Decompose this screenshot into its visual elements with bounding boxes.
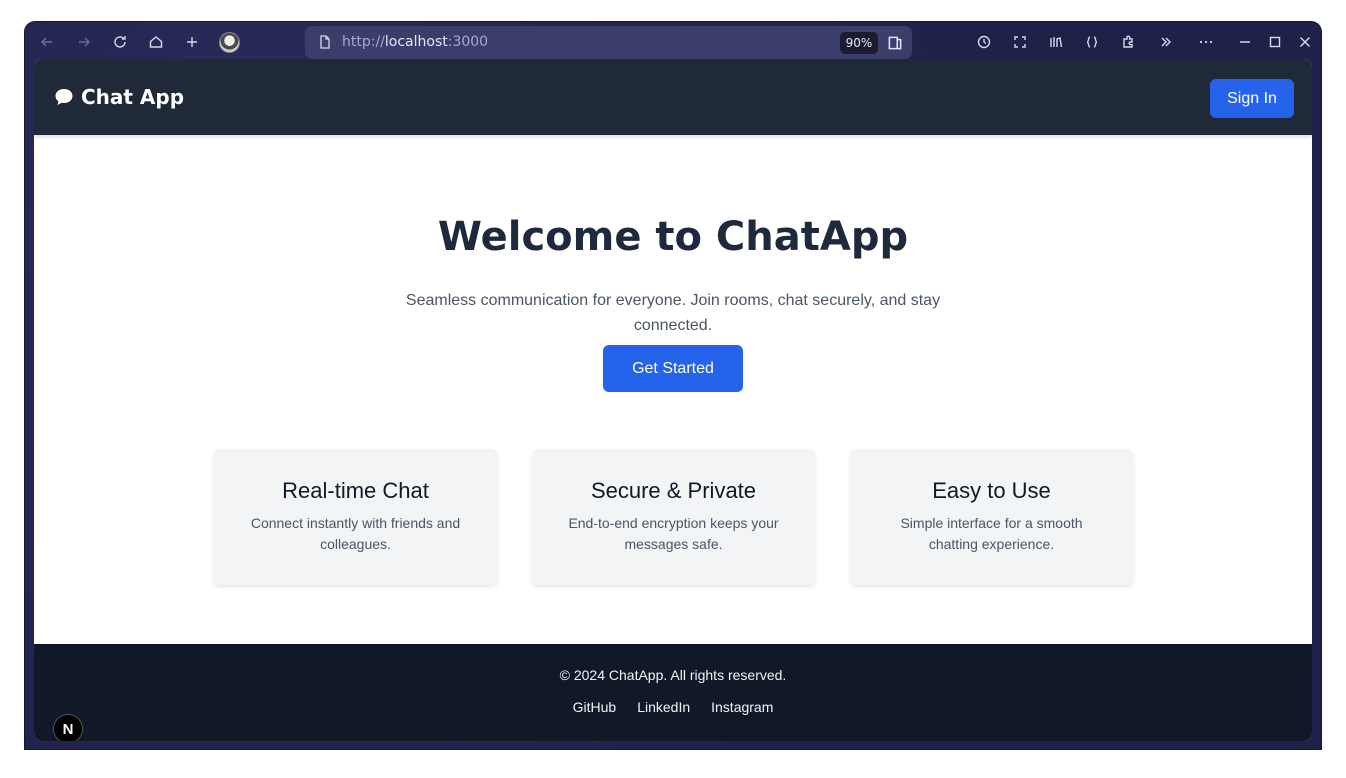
url-text[interactable]: http://localhost:3000 (342, 26, 488, 59)
back-icon[interactable] (36, 31, 58, 53)
screenshot-icon[interactable] (1009, 31, 1031, 53)
browser-toolbar: http://localhost:3000 90% (25, 22, 1321, 62)
maximize-icon[interactable] (1264, 31, 1286, 53)
get-started-button[interactable]: Get Started (603, 345, 743, 392)
zoom-level-badge[interactable]: 90% (840, 32, 878, 54)
page-icon (317, 34, 333, 50)
brand-logo[interactable]: Chat App (54, 84, 184, 110)
extensions-icon[interactable] (1117, 31, 1139, 53)
forward-icon[interactable] (73, 31, 95, 53)
footer-links: GitHub LinkedIn Instagram (34, 699, 1312, 715)
feature-title: Secure & Private (590, 478, 757, 503)
url-scheme: http:// (342, 34, 385, 50)
close-icon[interactable] (1294, 31, 1316, 53)
feature-card-realtime-chat: Real-time Chat Connect instantly with fr… (214, 449, 497, 585)
footer-link-github[interactable]: GitHub (573, 699, 617, 715)
home-icon[interactable] (145, 31, 167, 53)
copyright-text: © 2024 ChatApp. All rights reserved. (559, 667, 787, 683)
devtools-icon[interactable] (1081, 31, 1103, 53)
nextjs-dev-badge[interactable]: N (53, 714, 83, 741)
feature-title: Real-time Chat (282, 478, 429, 503)
hero-subtitle: Seamless communication for everyone. Joi… (405, 292, 941, 334)
site-navbar: Chat App Sign In (34, 59, 1312, 135)
feature-title: Easy to Use (932, 478, 1051, 503)
browser-window: http://localhost:3000 90% Chat App Sign … (25, 22, 1321, 749)
feature-description: Connect instantly with friends and colle… (250, 515, 461, 552)
hero-title: Welcome to ChatApp (437, 214, 909, 260)
history-icon[interactable] (973, 31, 995, 53)
minimize-icon[interactable] (1234, 31, 1256, 53)
url-host: localhost (384, 34, 448, 50)
feature-card-secure-private: Secure & Private End-to-end encryption k… (532, 449, 815, 585)
profile-avatar[interactable] (219, 32, 240, 53)
reader-view-icon[interactable] (886, 34, 904, 52)
page-viewport: Chat App Sign In Welcome to ChatApp Seam… (34, 59, 1312, 741)
footer-link-instagram[interactable]: Instagram (711, 699, 773, 715)
new-tab-icon[interactable] (181, 31, 203, 53)
feature-description: End-to-end encryption keeps your message… (568, 515, 779, 552)
speech-bubble-icon (55, 89, 73, 105)
footer-link-linkedin[interactable]: LinkedIn (637, 699, 690, 715)
brand-name: Chat App (81, 85, 185, 109)
url-port: :3000 (447, 34, 489, 50)
reload-icon[interactable] (109, 31, 131, 53)
feature-description: Simple interface for a smooth chatting e… (900, 515, 1083, 552)
site-footer: © 2024 ChatApp. All rights reserved. Git… (34, 644, 1312, 741)
sign-in-button[interactable]: Sign In (1210, 79, 1294, 118)
address-bar[interactable]: http://localhost:3000 90% (305, 26, 912, 59)
overflow-chevron-icon[interactable] (1155, 31, 1177, 53)
library-icon[interactable] (1045, 31, 1067, 53)
menu-icon[interactable] (1195, 31, 1217, 53)
feature-card-easy-to-use: Easy to Use Simple interface for a smoot… (850, 449, 1133, 585)
